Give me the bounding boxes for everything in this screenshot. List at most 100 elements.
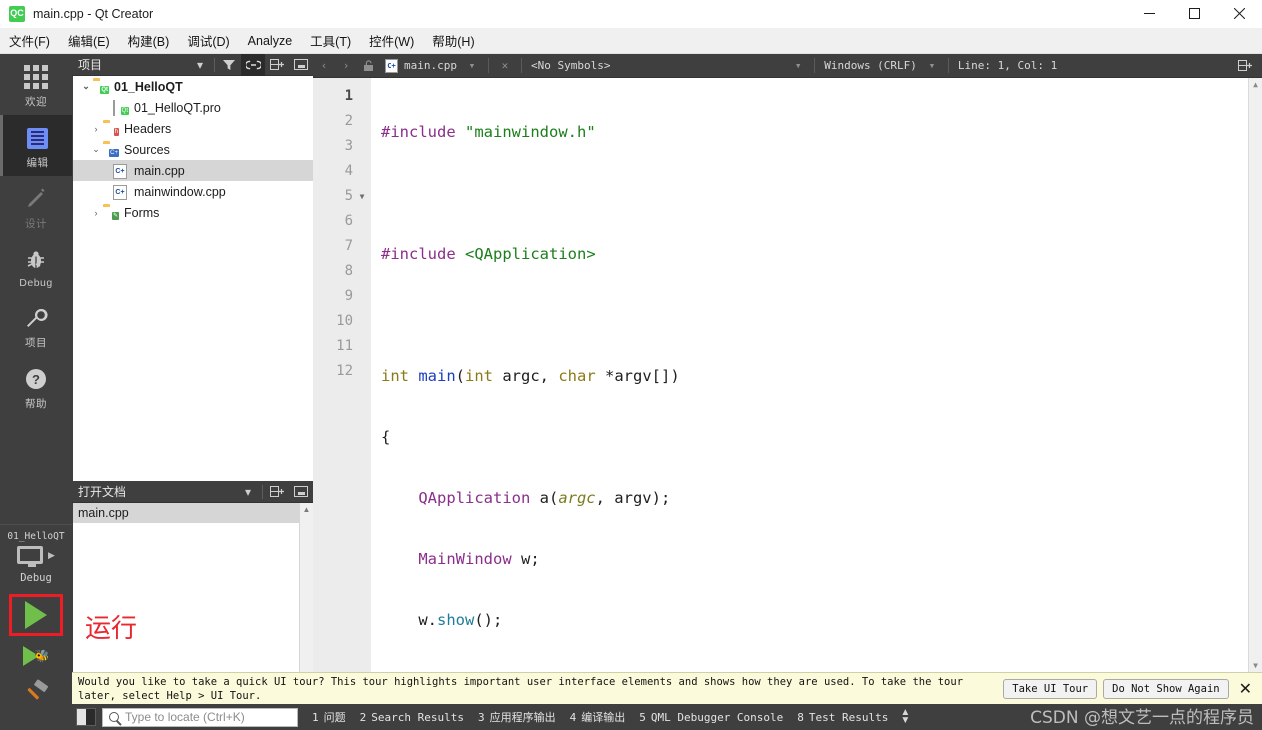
- mode-debug-label: Debug: [19, 277, 53, 289]
- tree-item-forms[interactable]: › ✎ Forms: [73, 202, 313, 223]
- unlock-icon[interactable]: [357, 54, 379, 78]
- tree-item-mainwindow-cpp[interactable]: C+ mainwindow.cpp: [73, 181, 313, 202]
- do-not-show-again-button[interactable]: Do Not Show Again: [1103, 678, 1229, 699]
- pane-number: 8: [797, 710, 804, 724]
- menu-file[interactable]: 文件(F): [0, 28, 59, 53]
- pane-number: 4: [569, 711, 577, 724]
- run-annotation-label: 运行: [85, 614, 138, 644]
- editor-scrollbar[interactable]: ▲ ▼: [1248, 78, 1262, 672]
- menu-build[interactable]: 构建(B): [119, 28, 179, 53]
- line-ending-selector[interactable]: Windows (CRLF): [820, 59, 921, 72]
- status-bar: Type to locate (Ctrl+K) 1 问题 2 Search Resu…: [72, 704, 1262, 730]
- collapse-icon[interactable]: [289, 481, 313, 503]
- line-number: 1: [344, 88, 353, 104]
- output-pane-search-results[interactable]: 2 Search Results: [360, 711, 464, 724]
- sidebar-toggle-icon[interactable]: [76, 708, 96, 726]
- tree-item-pro-file[interactable]: Qt 01_HelloQT.pro: [73, 97, 313, 118]
- minimize-button[interactable]: [1127, 0, 1172, 28]
- hammer-icon: [27, 679, 49, 700]
- scroll-down-icon[interactable]: ▼: [1253, 659, 1258, 672]
- code-line: {: [381, 428, 391, 446]
- mode-projects-label: 项目: [25, 337, 47, 349]
- menu-tools[interactable]: 工具(T): [301, 28, 360, 53]
- filter-icon[interactable]: [217, 54, 241, 76]
- output-pane-app-output[interactable]: 3 应用程序输出: [478, 709, 556, 725]
- mode-welcome[interactable]: 欢迎: [0, 54, 72, 115]
- output-pane-test-results[interactable]: 8 Test Results: [797, 711, 888, 724]
- close-banner-icon[interactable]: ✕: [1239, 679, 1252, 699]
- link-icon[interactable]: [241, 53, 265, 76]
- close-button[interactable]: [1217, 0, 1262, 28]
- output-pane-compile-output[interactable]: 4 编译输出: [570, 709, 626, 725]
- output-pane-issues[interactable]: 1 问题: [312, 709, 346, 725]
- mode-welcome-label: 欢迎: [25, 96, 47, 108]
- menu-widgets[interactable]: 控件(W): [360, 28, 423, 53]
- file-cpp-icon: C+: [113, 163, 129, 179]
- start-debugging-button[interactable]: 🐝: [22, 646, 49, 666]
- open-document-item[interactable]: main.cpp: [73, 503, 313, 523]
- mode-debug[interactable]: Debug: [0, 237, 72, 295]
- tree-item-sources[interactable]: ⌄ C+ Sources: [73, 139, 313, 160]
- run-button[interactable]: [25, 601, 47, 629]
- code-line: int main(int argc, char *argv[]): [381, 367, 680, 385]
- code-editor[interactable]: 1 2 3 4 5 6 7 8 9 10 11 12 ▼ #include "m…: [313, 78, 1262, 672]
- expand-arrow-icon[interactable]: ⌄: [89, 144, 103, 155]
- mode-edit[interactable]: 编辑: [0, 115, 72, 176]
- line-number: 8: [344, 263, 353, 279]
- take-ui-tour-button[interactable]: Take UI Tour: [1003, 678, 1098, 699]
- tree-item-project[interactable]: ⌄ Qt 01_HelloQT: [73, 76, 313, 97]
- expand-arrow-icon[interactable]: ›: [89, 208, 103, 218]
- code-line: MainWindow w;: [418, 550, 540, 568]
- menu-edit[interactable]: 编辑(E): [59, 28, 119, 53]
- tree-item-label: Forms: [124, 205, 160, 220]
- line-number: 3: [344, 138, 353, 154]
- code-line: w.show();: [381, 611, 503, 629]
- collapse-icon[interactable]: [289, 54, 313, 76]
- menu-analyze[interactable]: Analyze: [239, 31, 301, 51]
- mode-design[interactable]: 设计: [0, 176, 72, 237]
- tree-item-headers[interactable]: › h Headers: [73, 118, 313, 139]
- build-button[interactable]: [21, 678, 51, 713]
- folder-sources-icon: C+: [109, 148, 119, 157]
- file-cpp-icon: C+: [113, 184, 129, 200]
- editor-toolbar: ‹ › C+ main.cpp ▾ ✕ <No Symbols> ▾ Windo…: [313, 54, 1262, 78]
- editor-file-tab[interactable]: C+ main.cpp: [379, 54, 461, 78]
- scroll-up-icon[interactable]: ▲: [1253, 78, 1258, 91]
- symbols-dropdown-icon[interactable]: ▾: [787, 54, 809, 78]
- split-icon[interactable]: [265, 481, 289, 503]
- symbols-selector[interactable]: <No Symbols>: [527, 59, 614, 72]
- code-content[interactable]: #include "mainwindow.h" #include <QAppli…: [371, 78, 1262, 672]
- split-icon[interactable]: [265, 54, 289, 76]
- editor-filename: main.cpp: [404, 59, 457, 72]
- window-controls: [1127, 0, 1262, 28]
- kit-selector[interactable]: ▶: [17, 546, 55, 567]
- menu-debug[interactable]: 调试(D): [178, 28, 238, 53]
- build-config-label: Debug: [20, 572, 52, 584]
- mode-projects[interactable]: 项目: [0, 295, 72, 356]
- line-ending-dropdown-icon[interactable]: ▾: [921, 54, 943, 78]
- maximize-button[interactable]: [1172, 0, 1217, 28]
- expand-arrow-icon[interactable]: ›: [89, 124, 103, 134]
- tree-item-main-cpp[interactable]: C+ main.cpp: [73, 160, 313, 181]
- question-icon: ?: [23, 366, 49, 392]
- expand-arrow-icon[interactable]: ⌄: [79, 81, 93, 92]
- scroll-up-icon[interactable]: ▲: [303, 503, 311, 516]
- project-tree[interactable]: ⌄ Qt 01_HelloQT Qt 01_HelloQT.pro › h He…: [72, 76, 313, 481]
- mode-help[interactable]: ? 帮助: [0, 356, 72, 417]
- fold-marker-icon[interactable]: ▼: [357, 184, 367, 209]
- left-dock: 项目 ▾ ⌄ Qt 01_HelloQT Qt 01_HelloQT.pro ›…: [72, 53, 313, 730]
- chevron-down-icon[interactable]: ▾: [236, 481, 260, 503]
- chevron-down-icon[interactable]: ▾: [188, 54, 212, 76]
- locator-placeholder: Type to locate (Ctrl+K): [125, 710, 245, 724]
- close-editor-button[interactable]: ✕: [494, 54, 516, 78]
- navigate-back-button[interactable]: ‹: [313, 54, 335, 78]
- output-pane-updown-icon[interactable]: ▲ ▼: [900, 708, 910, 726]
- editor-file-dropdown[interactable]: ▾: [461, 54, 483, 78]
- output-pane-qml-debugger[interactable]: 5 QML Debugger Console: [639, 711, 783, 724]
- tree-item-label: mainwindow.cpp: [134, 184, 226, 199]
- navigate-forward-button[interactable]: ›: [335, 54, 357, 78]
- split-editor-icon[interactable]: [1234, 54, 1256, 78]
- menu-help[interactable]: 帮助(H): [423, 28, 483, 53]
- locator-input[interactable]: Type to locate (Ctrl+K): [102, 707, 298, 727]
